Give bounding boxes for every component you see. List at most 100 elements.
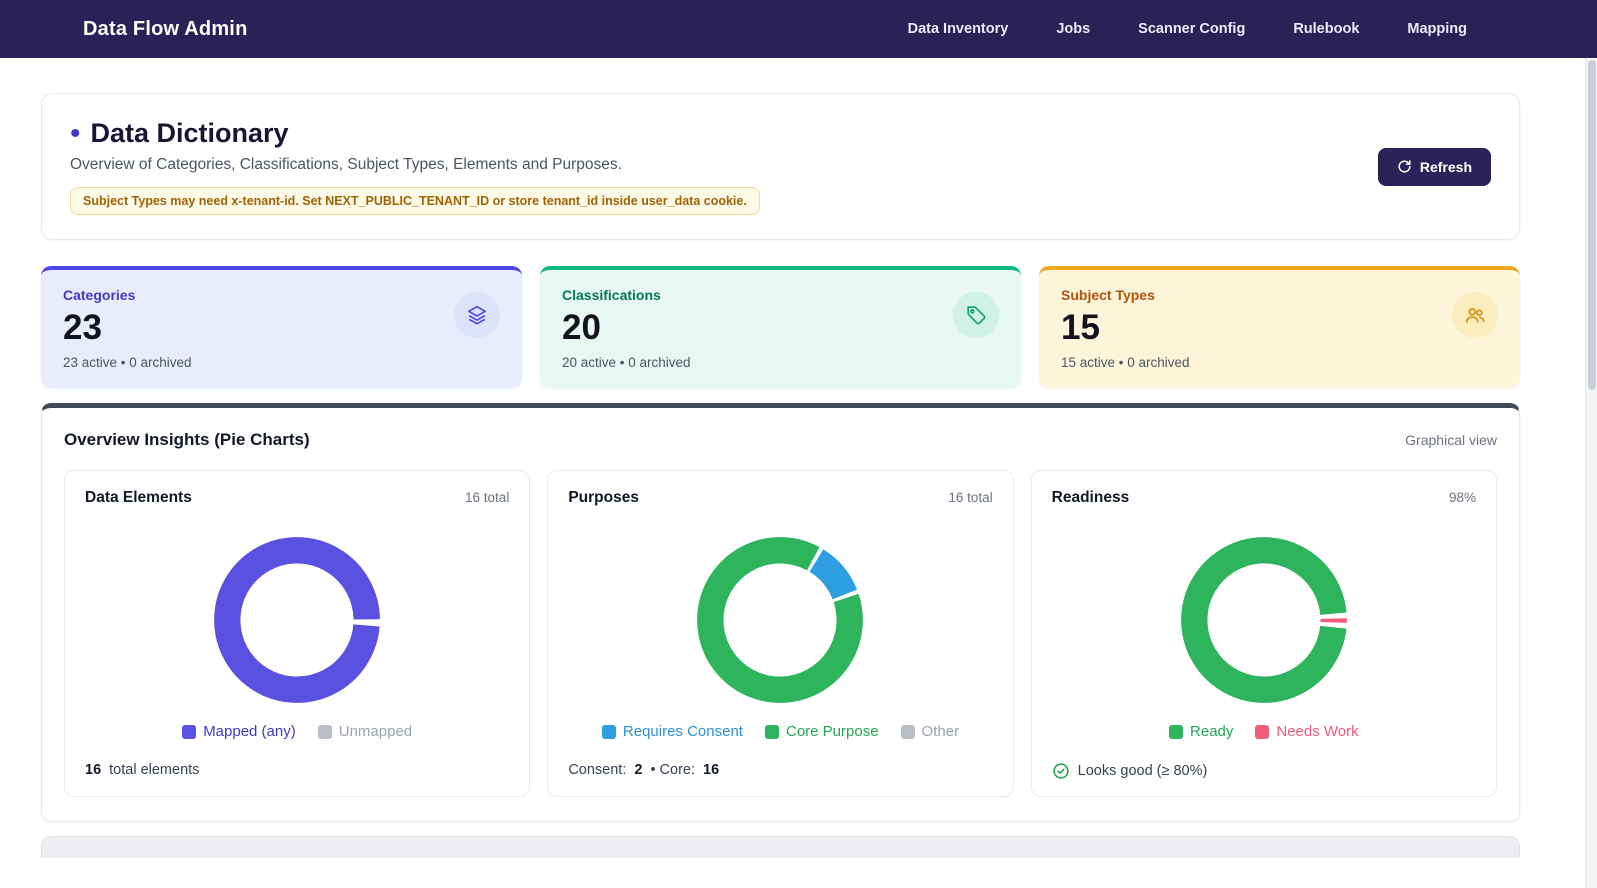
donut-chart (1052, 535, 1476, 705)
legend-swatch (317, 724, 332, 739)
legend-swatch (1255, 724, 1270, 739)
legend-label: Other (921, 723, 960, 740)
refresh-button-label: Refresh (1419, 158, 1472, 175)
stat-value: 15 (1061, 308, 1100, 347)
chart-total-label: 16 total (948, 490, 993, 505)
legend-swatch (1169, 724, 1184, 739)
chart-footer: 16 total elements (85, 762, 509, 778)
nav-item-data-inventory[interactable]: Data Inventory (908, 21, 1009, 37)
donut-segment (1181, 537, 1347, 703)
stat-detail: 20 active • 0 archived (562, 355, 691, 370)
stat-value: 23 (63, 308, 102, 347)
navbar: Data Flow Admin Data Inventory Jobs Scan… (0, 0, 1597, 58)
chart-title: Data Elements (85, 489, 192, 506)
stat-card-classifications: Classifications 20 20 active • 0 archive… (540, 266, 1021, 388)
legend-swatch (764, 724, 779, 739)
legend-item[interactable]: Core Purpose (764, 723, 879, 740)
stat-card-categories: Categories 23 23 active • 0 archived (41, 266, 522, 388)
chart-legend: Requires Consent Core Purpose Other (568, 723, 992, 740)
chart-header: Purposes 16 total (568, 489, 992, 507)
chart-footer-text: total elements (109, 762, 200, 778)
legend-item[interactable]: Unmapped (317, 723, 413, 740)
stat-value: 20 (562, 308, 601, 347)
chart-footer-text: Consent: (568, 762, 627, 778)
title-bullet-icon: • (70, 116, 81, 150)
page-title-row: • Data Dictionary (70, 118, 760, 149)
page-title: Data Dictionary (90, 118, 289, 148)
scrollbar-thumb[interactable] (1588, 60, 1596, 390)
legend-swatch (900, 724, 915, 739)
legend-label: Core Purpose (785, 723, 879, 740)
legend-label: Unmapped (338, 723, 413, 740)
nav-items: Data Inventory Jobs Scanner Config Ruleb… (908, 21, 1467, 37)
chart-header: Readiness 98% (1052, 489, 1476, 507)
donut-segment (214, 537, 381, 703)
chart-title: Readiness (1051, 489, 1130, 506)
scrollbar-track[interactable] (1585, 58, 1597, 888)
main-content: • Data Dictionary Overview of Categories… (41, 93, 1520, 858)
chart-total-label: 16 total (465, 490, 510, 505)
legend-item[interactable]: Other (900, 723, 960, 740)
tag-icon (967, 306, 986, 325)
nav-item-mapping[interactable]: Mapping (1407, 21, 1467, 37)
legend-item[interactable]: Ready (1169, 723, 1233, 740)
page-header-left: • Data Dictionary Overview of Categories… (70, 118, 760, 215)
legend-item[interactable]: Requires Consent (601, 723, 743, 740)
layers-icon (467, 305, 487, 325)
legend-label: Requires Consent (622, 723, 743, 740)
graphical-view-label: Graphical view (1405, 432, 1497, 448)
stat-icon-circle (1452, 292, 1498, 338)
chart-footer: Looks good (≥ 80%) (1052, 762, 1476, 780)
chart-legend: Ready Needs Work (1052, 723, 1476, 740)
stats-row: Categories 23 23 active • 0 archived Cla… (41, 266, 1520, 388)
chart-footer-text: 2 (634, 762, 643, 778)
insights-title: Overview Insights (Pie Charts) (64, 430, 310, 449)
stat-title: Subject Types (1061, 287, 1155, 303)
donut-chart-svg (697, 537, 864, 703)
legend-item[interactable]: Needs Work (1255, 723, 1359, 740)
chart-footer-text: 16 (85, 762, 102, 778)
page-subtitle: Overview of Categories, Classifications,… (70, 156, 622, 173)
legend-swatch (182, 724, 197, 739)
legend-item[interactable]: Mapped (any) (182, 723, 296, 740)
chart-footer-text: • Core: (650, 762, 696, 778)
refresh-button[interactable]: Refresh (1377, 147, 1491, 186)
nav-item-rulebook[interactable]: Rulebook (1293, 21, 1359, 37)
stat-title: Categories (63, 287, 136, 303)
chart-card-readiness: Readiness 98% Ready Needs Work Looks good… (1030, 470, 1497, 797)
insights-section: Overview Insights (Pie Charts) Graphical… (41, 403, 1520, 822)
refresh-icon (1398, 160, 1411, 173)
legend-label: Ready (1190, 723, 1234, 740)
stat-detail: 23 active • 0 archived (63, 355, 192, 370)
nav-item-jobs[interactable]: Jobs (1056, 21, 1090, 37)
users-icon (1465, 308, 1485, 323)
chart-footer-text: Looks good (≥ 80%) (1077, 763, 1208, 779)
legend-label: Mapped (any) (203, 723, 296, 740)
nav-item-scanner-config[interactable]: Scanner Config (1138, 21, 1245, 37)
chart-legend: Mapped (any) Unmapped (85, 723, 509, 740)
chart-footer-text: 16 (703, 762, 720, 778)
chart-footer-text: Looks good (≥ 80%) (1078, 763, 1208, 779)
chart-footer: Consent: 2 • Core: 16 (568, 762, 992, 778)
tenant-notice-banner: Subject Types may need x-tenant-id. Set … (70, 187, 760, 215)
stat-icon-circle (953, 292, 999, 338)
check-circle-icon (1053, 763, 1069, 779)
donut-chart (568, 535, 992, 705)
stat-card-subject-types: Subject Types 15 15 active • 0 archived (1039, 266, 1520, 388)
next-section-top-edge (41, 836, 1520, 858)
page-header-card: • Data Dictionary Overview of Categories… (41, 93, 1520, 240)
chart-total-label: 98% (1448, 490, 1476, 505)
chart-header: Data Elements 16 total (85, 489, 509, 507)
app-brand[interactable]: Data Flow Admin (83, 18, 247, 41)
stat-icon-circle (454, 292, 500, 338)
legend-label: Needs Work (1276, 723, 1359, 740)
donut-chart-svg (1181, 537, 1347, 703)
chart-card-purposes: Purposes 16 total Requires Consent Core P… (547, 470, 1014, 797)
charts-grid: Data Elements 16 total Mapped (any) Unmap… (64, 470, 1497, 797)
donut-chart-svg (214, 537, 381, 703)
donut-segment (809, 549, 858, 600)
chart-title: Purposes (568, 489, 639, 506)
donut-chart (85, 535, 509, 705)
insights-header: Overview Insights (Pie Charts) Graphical… (64, 430, 1497, 450)
legend-swatch (601, 724, 616, 739)
